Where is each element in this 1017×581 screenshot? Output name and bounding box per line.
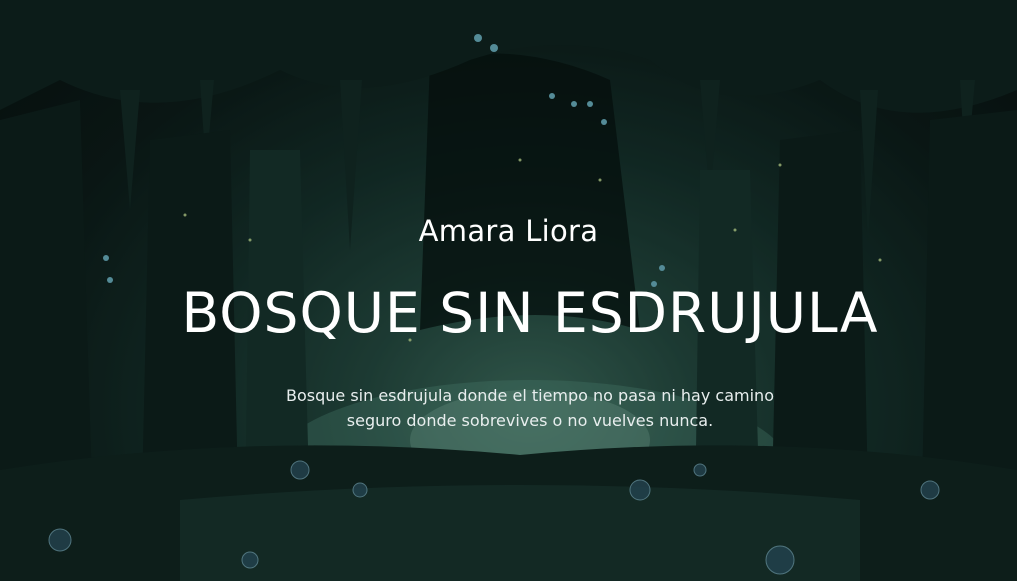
book-description: Bosque sin esdrujula donde el tiempo no … (286, 386, 774, 430)
cover-scene: Amara Liora BOSQUE SIN ESDRUJULA Bosque … (0, 0, 1017, 581)
book-title: BOSQUE SIN ESDRUJULA (181, 281, 879, 345)
author-name: Amara Liora (418, 214, 599, 248)
